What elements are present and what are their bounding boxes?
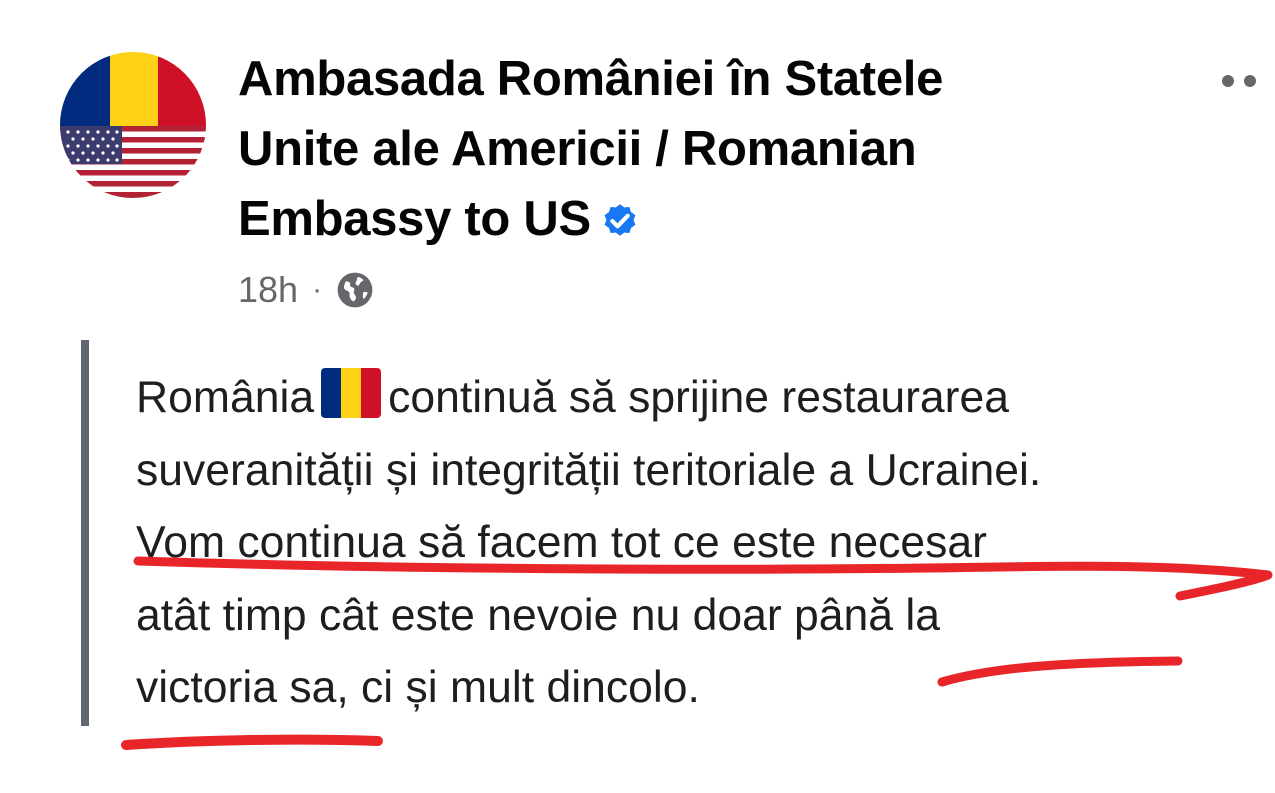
post-options-button[interactable] (1222, 68, 1275, 94)
post-timestamp-link[interactable]: 18h (238, 269, 298, 311)
message-line-3: Vom continua să facem tot ce este necesa… (136, 518, 987, 567)
message-line-2: suveranității și integrității teritorial… (136, 445, 1042, 495)
post-message: România continuă să sprijine restaurarea … (136, 362, 1275, 725)
quote-bar (81, 340, 89, 726)
message-line-4: atât timp cât este nevoie nu doar până l… (136, 590, 940, 640)
verified-badge-icon (599, 190, 641, 260)
facebook-post: Ambasada României în Statele Unite ale A… (0, 0, 1275, 793)
globe-icon[interactable] (336, 271, 374, 309)
meta-separator: · (312, 273, 323, 306)
red-underline-3 (121, 734, 383, 750)
page-avatar[interactable] (60, 52, 206, 198)
ellipsis-icon (1222, 75, 1234, 87)
message-line-1: România continuă să sprijine restaurarea (136, 362, 1275, 435)
message-line-1-end: continuă să sprijine restaurarea (388, 373, 1009, 422)
romania-flag-emoji-icon (318, 364, 384, 422)
ellipsis-dot (1244, 75, 1256, 87)
page-name-line-3: Embassy to US (238, 184, 1138, 260)
page-name-line-1: Ambasada României în Statele (238, 52, 944, 106)
page-name-line-3-text: Embassy to US (238, 192, 591, 246)
page-name-link[interactable]: Ambasada României în Statele Unite ale A… (238, 44, 1138, 260)
message-line-5: victoria sa, ci și mult dincolo. (136, 663, 700, 712)
message-line-1-start: România (136, 373, 315, 422)
page-name-line-2: Unite ale Americii / Romanian (238, 122, 917, 176)
post-meta: 18h · (238, 266, 374, 314)
romania-usa-flags-avatar-icon (60, 52, 206, 198)
